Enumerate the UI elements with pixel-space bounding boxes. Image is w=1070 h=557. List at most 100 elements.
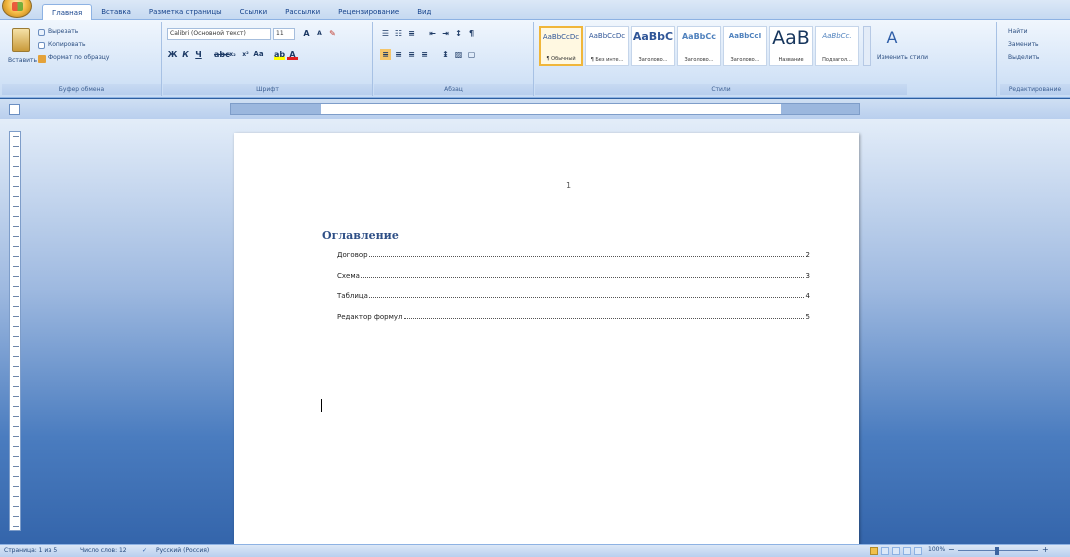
proofing-icon[interactable]: ✓ bbox=[142, 547, 147, 554]
ruler-tick bbox=[13, 266, 19, 267]
justify-icon[interactable]: ≡ bbox=[419, 49, 430, 60]
numbering-icon[interactable]: ☷ bbox=[393, 28, 404, 39]
copy-icon bbox=[38, 42, 45, 49]
style-name: Название bbox=[778, 57, 804, 63]
change-styles-button[interactable]: Изменить стили bbox=[877, 54, 928, 61]
superscript-icon[interactable]: x² bbox=[240, 49, 251, 60]
web-layout-view-icon[interactable] bbox=[892, 547, 900, 555]
draft-view-icon[interactable] bbox=[914, 547, 922, 555]
styles-scroll[interactable] bbox=[863, 26, 871, 66]
show-marks-icon[interactable]: ¶ bbox=[466, 28, 477, 39]
tab-insert[interactable]: Вставка bbox=[92, 4, 140, 20]
italic-icon[interactable]: К bbox=[180, 49, 191, 60]
document-page[interactable]: 1 Оглавление Договор 2 Схема 3 Таблица 4… bbox=[234, 133, 859, 553]
ribbon-tab-bar: Главная Вставка Разметка страницы Ссылки… bbox=[0, 0, 1070, 20]
style-no-spacing[interactable]: AaBbCcDc ¶ Без инте... bbox=[585, 26, 629, 66]
style-title[interactable]: AaB Название bbox=[769, 26, 813, 66]
ruler-tick bbox=[13, 476, 19, 477]
style-normal[interactable]: AaBbCcDc ¶ Обычный bbox=[539, 26, 583, 66]
shading-icon[interactable]: ▨ bbox=[453, 49, 464, 60]
vertical-ruler[interactable] bbox=[9, 131, 21, 531]
copy-button[interactable]: Копировать bbox=[48, 41, 85, 48]
style-heading-2[interactable]: AaBbCc Заголово... bbox=[677, 26, 721, 66]
horizontal-ruler[interactable] bbox=[230, 103, 860, 115]
replace-button[interactable]: Заменить bbox=[1008, 41, 1039, 48]
subscript-icon[interactable]: x₂ bbox=[227, 49, 238, 60]
cut-button[interactable]: Вырезать bbox=[48, 28, 78, 35]
align-right-icon[interactable]: ≡ bbox=[406, 49, 417, 60]
sort-icon[interactable]: ↕ bbox=[453, 28, 464, 39]
style-name: Заголово... bbox=[730, 57, 760, 63]
ruler-tick bbox=[13, 296, 19, 297]
view-ruler-button[interactable] bbox=[9, 104, 20, 115]
status-language[interactable]: Русский (Россия) bbox=[156, 547, 209, 554]
toc-entry[interactable]: Редактор формул 5 bbox=[337, 309, 810, 321]
tab-references[interactable]: Ссылки bbox=[231, 4, 277, 20]
clear-format-icon[interactable]: ✎ bbox=[327, 28, 338, 39]
toc-entry-text: Таблица bbox=[337, 292, 368, 300]
ruler-tick bbox=[13, 236, 19, 237]
style-name: Заголово... bbox=[684, 57, 714, 63]
ruler-tick bbox=[13, 276, 19, 277]
tab-home[interactable]: Главная bbox=[42, 4, 93, 20]
style-subtitle[interactable]: AaBbCc. Подзагол... bbox=[815, 26, 859, 66]
style-heading-1[interactable]: AaBbC Заголово... bbox=[631, 26, 675, 66]
tab-review[interactable]: Рецензирование bbox=[329, 4, 408, 20]
office-logo-icon bbox=[12, 2, 23, 11]
style-heading-3[interactable]: AaBbCcI Заголово... bbox=[723, 26, 767, 66]
underline-icon[interactable]: Ч bbox=[193, 49, 204, 60]
tab-mailings[interactable]: Рассылки bbox=[276, 4, 329, 20]
ruler-tick bbox=[13, 186, 19, 187]
align-center-icon[interactable]: ≡ bbox=[393, 49, 404, 60]
increase-indent-icon[interactable]: ⇥ bbox=[440, 28, 451, 39]
line-spacing-icon[interactable]: ↨ bbox=[440, 49, 451, 60]
strikethrough-icon[interactable]: abc bbox=[214, 49, 230, 60]
full-screen-view-icon[interactable] bbox=[881, 547, 889, 555]
ruler-tick bbox=[13, 446, 19, 447]
ruler-tick bbox=[13, 326, 19, 327]
office-button[interactable] bbox=[2, 0, 32, 18]
borders-icon[interactable]: ▢ bbox=[466, 49, 477, 60]
outline-view-icon[interactable] bbox=[903, 547, 911, 555]
zoom-out-icon[interactable]: − bbox=[948, 545, 955, 554]
paste-button[interactable]: Вставить bbox=[8, 57, 37, 64]
grow-font-icon[interactable]: A bbox=[301, 28, 312, 39]
print-layout-view-icon[interactable] bbox=[870, 547, 878, 555]
styles-group: AaBbCcDc ¶ Обычный AaBbCcDc ¶ Без инте..… bbox=[535, 22, 997, 96]
decrease-indent-icon[interactable]: ⇤ bbox=[427, 28, 438, 39]
select-button[interactable]: Выделить bbox=[1008, 54, 1039, 61]
font-name-combo[interactable]: Calibri (Основной текст) bbox=[167, 28, 271, 40]
format-painter-button[interactable]: Формат по образцу bbox=[48, 54, 109, 61]
toc-entry[interactable]: Договор 2 bbox=[337, 247, 810, 259]
shrink-font-icon[interactable]: A bbox=[314, 28, 325, 39]
toc-entry-page: 5 bbox=[805, 313, 810, 321]
status-word-count[interactable]: Число слов: 12 bbox=[80, 547, 127, 554]
paste-icon[interactable] bbox=[12, 28, 30, 52]
bold-icon[interactable]: Ж bbox=[167, 49, 178, 60]
multilevel-list-icon[interactable]: ≡ bbox=[406, 28, 417, 39]
find-button[interactable]: Найти bbox=[1008, 28, 1027, 35]
toc-entry-page: 3 bbox=[805, 272, 810, 280]
font-size-combo[interactable]: 11 bbox=[273, 28, 295, 40]
ruler-tick bbox=[13, 156, 19, 157]
change-case-icon[interactable]: Aa bbox=[253, 49, 264, 60]
tab-view[interactable]: Вид bbox=[408, 4, 440, 20]
tab-page-layout[interactable]: Разметка страницы bbox=[140, 4, 231, 20]
font-format-buttons: Ж К Ч abc x₂ x² Aa ab A bbox=[167, 49, 298, 60]
status-page[interactable]: Страница: 1 из 5 bbox=[4, 547, 57, 554]
ruler-tick bbox=[13, 436, 19, 437]
zoom-in-icon[interactable]: + bbox=[1042, 545, 1049, 554]
cut-icon bbox=[38, 29, 45, 36]
ruler-tick bbox=[13, 306, 19, 307]
highlight-icon[interactable]: ab bbox=[274, 49, 285, 60]
toc-entry[interactable]: Таблица 4 bbox=[337, 288, 810, 300]
zoom-slider-thumb[interactable] bbox=[995, 547, 999, 555]
bullets-icon[interactable]: ☰ bbox=[380, 28, 391, 39]
font-color-icon[interactable]: A bbox=[287, 49, 298, 60]
ruler-tick bbox=[13, 396, 19, 397]
ruler-tick bbox=[13, 196, 19, 197]
toc-entry[interactable]: Схема 3 bbox=[337, 268, 810, 280]
zoom-level[interactable]: 100% bbox=[928, 546, 945, 553]
style-name: Заголово... bbox=[638, 57, 668, 63]
align-left-icon[interactable]: ≡ bbox=[380, 49, 391, 60]
